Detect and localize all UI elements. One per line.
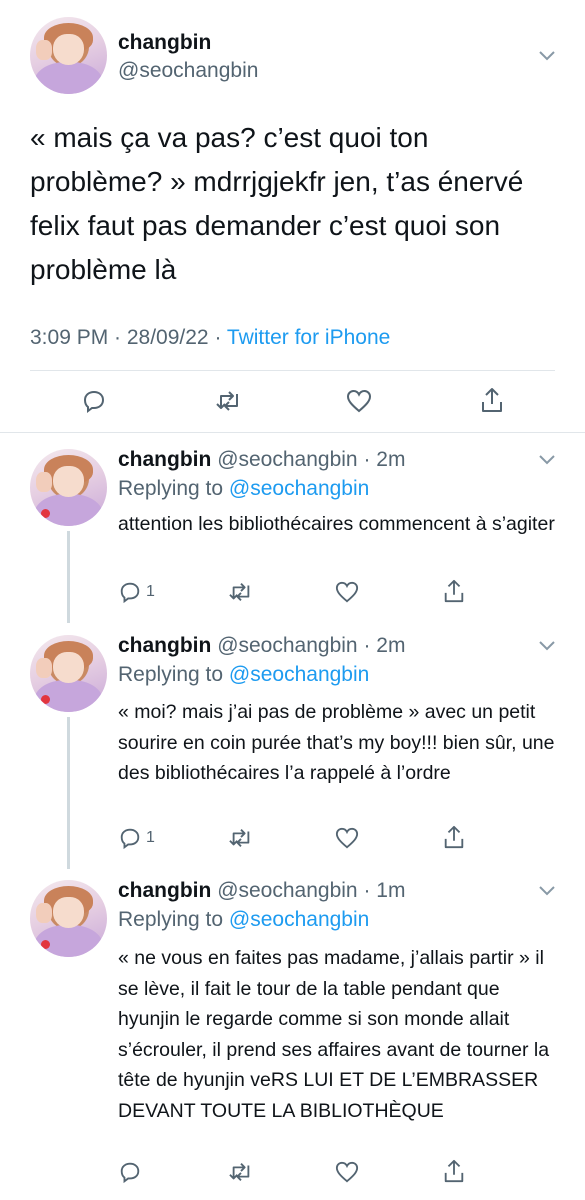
- chevron-down-icon[interactable]: [538, 50, 556, 62]
- retweet-button[interactable]: [228, 826, 254, 850]
- author-name[interactable]: changbin: [118, 448, 211, 471]
- retweet-button[interactable]: [228, 580, 254, 604]
- like-icon: [345, 388, 373, 414]
- author-handle[interactable]: @seochangbin · 2m: [217, 448, 405, 471]
- divider: [30, 370, 555, 371]
- mention-link[interactable]: @seochangbin: [229, 908, 369, 931]
- author-handle[interactable]: @seochangbin: [118, 59, 258, 83]
- share-icon: [442, 824, 466, 850]
- reply-button[interactable]: 1: [118, 580, 155, 604]
- chevron-down-icon[interactable]: [538, 454, 556, 466]
- retweet-icon: [215, 388, 243, 414]
- like-button[interactable]: [334, 580, 360, 604]
- replying-to: Replying to @seochangbin: [118, 477, 369, 501]
- reply-icon: [118, 580, 142, 604]
- like-button[interactable]: [345, 388, 373, 414]
- author-name[interactable]: changbin: [118, 31, 211, 55]
- reply-icon: [118, 1160, 142, 1184]
- replying-label: Replying to: [118, 908, 229, 931]
- retweet-icon: [228, 1160, 254, 1184]
- avatar[interactable]: [30, 449, 107, 526]
- author-handle[interactable]: @seochangbin · 1m: [217, 879, 405, 902]
- like-icon: [334, 826, 360, 850]
- share-button[interactable]: [479, 386, 505, 414]
- chevron-down-icon[interactable]: [538, 640, 556, 652]
- reply-icon: [118, 826, 142, 850]
- tweet-text: « ne vous en faites pas madame, j’allais…: [118, 947, 550, 1122]
- replying-to: Replying to @seochangbin: [118, 908, 369, 932]
- tweet-source[interactable]: Twitter for iPhone: [227, 326, 390, 349]
- reply-button[interactable]: 1: [118, 826, 155, 850]
- like-button[interactable]: [334, 826, 360, 850]
- share-icon: [442, 578, 466, 604]
- share-button[interactable]: [442, 1158, 466, 1184]
- retweet-icon: [228, 826, 254, 850]
- like-button[interactable]: [334, 1160, 360, 1184]
- avatar[interactable]: [30, 880, 107, 957]
- avatar[interactable]: [30, 17, 107, 94]
- reply-button[interactable]: [118, 1160, 146, 1184]
- replying-to: Replying to @seochangbin: [118, 663, 369, 687]
- mention-link[interactable]: @seochangbin: [229, 477, 369, 500]
- reply-count: 1: [146, 829, 155, 846]
- share-icon: [442, 1158, 466, 1184]
- tweet-meta: 3:09 PM · 28/09/22 · Twitter for iPhone: [30, 326, 390, 350]
- thread-line: [67, 717, 70, 869]
- author-name[interactable]: changbin: [118, 879, 211, 902]
- retweet-button[interactable]: [215, 388, 243, 414]
- retweet-icon: [228, 580, 254, 604]
- like-icon: [334, 1160, 360, 1184]
- like-icon: [334, 580, 360, 604]
- author-handle[interactable]: @seochangbin · 2m: [217, 634, 405, 657]
- tweet-text: « mais ça va pas? c’est quoi ton problèm…: [30, 122, 524, 285]
- share-button[interactable]: [442, 824, 466, 850]
- replying-label: Replying to: [118, 477, 229, 500]
- tweet-timestamp: 3:09 PM · 28/09/22 ·: [30, 326, 227, 349]
- retweet-button[interactable]: [228, 1160, 254, 1184]
- chevron-down-icon[interactable]: [538, 885, 556, 897]
- author-name[interactable]: changbin: [118, 634, 211, 657]
- tweet-text: attention les bibliothécaires commencent…: [118, 513, 555, 535]
- tweet-text: « moi? mais j’ai pas de problème » avec …: [118, 701, 555, 784]
- share-button[interactable]: [442, 578, 466, 604]
- section-divider: [0, 432, 585, 433]
- share-icon: [479, 386, 505, 414]
- avatar[interactable]: [30, 635, 107, 712]
- reply-icon: [81, 388, 107, 414]
- reply-button[interactable]: [81, 388, 107, 414]
- main-tweet: changbin @seochangbin « mais ça va pas? …: [0, 0, 585, 432]
- replying-label: Replying to: [118, 663, 229, 686]
- thread-line: [67, 531, 70, 623]
- mention-link[interactable]: @seochangbin: [229, 663, 369, 686]
- reply-count: 1: [146, 583, 155, 600]
